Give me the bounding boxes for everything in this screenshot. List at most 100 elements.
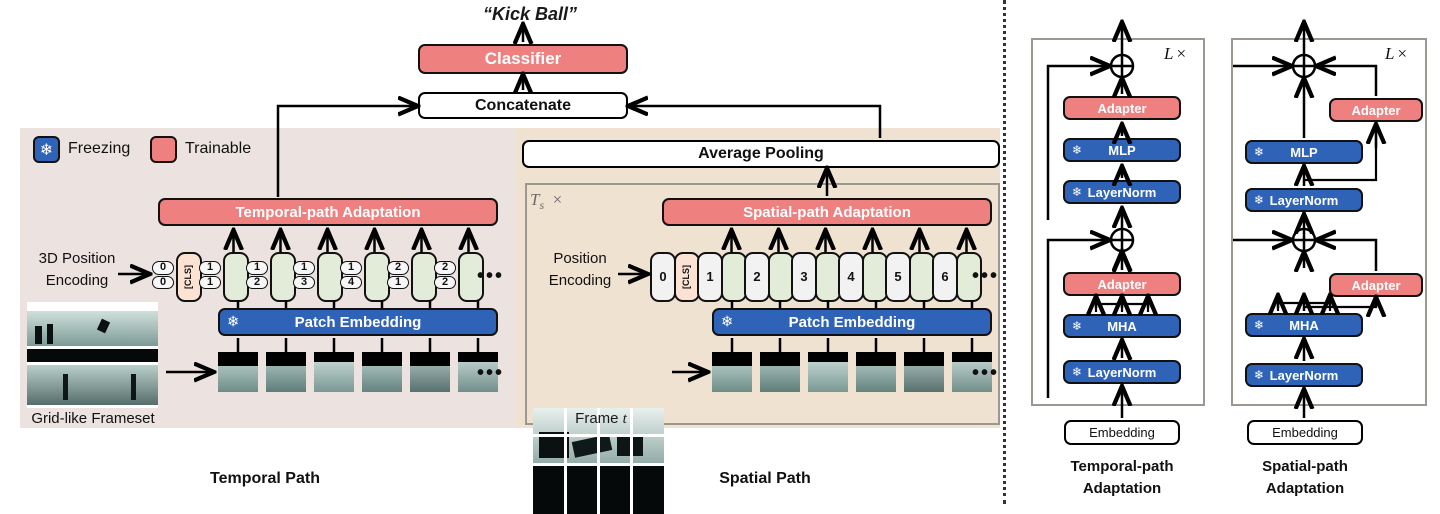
temporal-token-pos-10: 21: [387, 252, 409, 298]
temporal-patch-4: [410, 352, 450, 392]
spatial-detail-title-line1: Spatial-path: [1262, 458, 1348, 475]
snowflake-icon: ❄: [1072, 185, 1083, 199]
temporal-adaptation-detail: L × Adapter ❄ MLP ❄ LayerNorm Adapter ❄ M…: [1018, 8, 1218, 504]
temporal-detail-title-line2: Adaptation: [1082, 480, 1162, 497]
spatial-detail-mlp[interactable]: ❄ MLP: [1245, 140, 1363, 164]
temporal-token-pos-6: 13: [293, 252, 315, 298]
spatial-path-label: Spatial Path: [719, 470, 811, 487]
spatial-pos-encoding-label-line1: Position: [553, 250, 607, 267]
temporal-patch-ellipsis: •••: [477, 362, 505, 384]
spatial-token-embed-11: [908, 252, 935, 302]
spatial-detail-layernorm-1[interactable]: ❄ LayerNorm: [1245, 363, 1363, 387]
output-label: “Kick Ball”: [482, 4, 578, 24]
temporal-patch-1: [266, 352, 306, 392]
temporal-token-pos-0: 00: [152, 252, 174, 298]
temporal-patch-row: [218, 352, 498, 394]
snowflake-icon: ❄: [1254, 193, 1265, 207]
temporal-detail-repeat-symbol: L: [1164, 44, 1174, 63]
spatial-token-embed-9: [861, 252, 888, 302]
temporal-pos-encoding-label-line1: 3D Position: [38, 250, 116, 267]
temporal-detail-embedding[interactable]: Embedding: [1064, 420, 1180, 445]
temporal-detail-layernorm-2-label: LayerNorm: [1087, 184, 1157, 200]
temporal-pos-encoding-label-line2: Encoding: [45, 272, 109, 289]
snowflake-icon: ❄: [1254, 145, 1265, 159]
cls-token-label: [CLS]: [182, 265, 193, 289]
temporal-patch-embedding-label: Patch Embedding: [294, 313, 422, 331]
temporal-detail-mlp[interactable]: ❄ MLP: [1063, 138, 1181, 162]
average-pooling-block[interactable]: Average Pooling: [522, 140, 1000, 168]
frame-t-caption-index: t: [622, 411, 627, 427]
temporal-detail-mha-label: MHA: [1107, 318, 1137, 334]
spatial-detail-layernorm-1-label: LayerNorm: [1269, 367, 1339, 383]
spatial-repeat-subscript: s: [539, 198, 545, 213]
spatial-detail-mha[interactable]: ❄ MHA: [1245, 313, 1363, 337]
spatial-token-pos-12: 6: [932, 252, 958, 302]
spatial-detail-embedding[interactable]: Embedding: [1247, 420, 1363, 445]
spatial-patch-embedding-block[interactable]: ❄ Patch Embedding: [712, 308, 992, 336]
temporal-detail-adapter-mlp[interactable]: Adapter: [1063, 96, 1181, 120]
spatial-detail-adapter-mlp[interactable]: Adapter: [1329, 98, 1423, 122]
temporal-token-pos-12: 22: [434, 252, 456, 298]
temporal-detail-layernorm-2[interactable]: ❄ LayerNorm: [1063, 180, 1181, 204]
frame-t-caption-prefix: Frame: [575, 410, 619, 427]
spatial-adaptation-detail: L × Adapter ❄ MLP ❄ LayerNorm Adapter ❄ M…: [1231, 8, 1438, 504]
spatial-detail-repeat-times: ×: [1397, 44, 1408, 63]
snowflake-icon: ❄: [1072, 365, 1083, 379]
spatial-detail-adapter-mha[interactable]: Adapter: [1329, 273, 1423, 297]
spatial-patch-4: [904, 352, 944, 392]
temporal-detail-layernorm-1-label: LayerNorm: [1087, 364, 1157, 380]
snowflake-icon: ❄: [1254, 318, 1265, 332]
classifier-block[interactable]: Classifier: [418, 44, 628, 74]
snowflake-icon: ❄: [227, 313, 240, 331]
temporal-token-embed-7: [316, 252, 343, 302]
spatial-token-pos-6: 3: [791, 252, 817, 302]
legend-trainable-swatch: [150, 136, 177, 163]
temporal-path-label: Temporal Path: [210, 470, 320, 487]
spatial-patch-row: [712, 352, 992, 394]
spatial-repeat-times: ×: [552, 190, 563, 209]
snowflake-icon: ❄: [1072, 319, 1083, 333]
temporal-detail-repeat-label: L ×: [1164, 44, 1186, 64]
patch-dark-band: [458, 352, 498, 362]
temporal-token-cls: [CLS]: [175, 252, 202, 302]
spatial-token-pos-8: 4: [838, 252, 864, 302]
temporal-path-adaptation-block[interactable]: Temporal-path Adaptation: [158, 198, 498, 226]
temporal-token-embed-5: [269, 252, 296, 302]
spatial-patch-embedding-label: Patch Embedding: [788, 313, 916, 331]
patch-dark-band: [856, 352, 896, 366]
patch-dark-band: [266, 352, 306, 366]
frame-t-caption: Frame t: [528, 410, 674, 428]
spatial-detail-mha-label: MHA: [1289, 317, 1319, 333]
spatial-patch-0: [712, 352, 752, 392]
patch-dark-band: [410, 352, 450, 366]
temporal-token-pos-2: 11: [199, 252, 221, 298]
temporal-token-row: 0 0 [CLS] 1 1 1 2 1 3 1 4 2 1 2 2: [152, 252, 484, 302]
temporal-token-embed-3: [222, 252, 249, 302]
snowflake-icon: ❄: [1254, 368, 1265, 382]
legend-freezing-swatch: ❄: [33, 136, 60, 163]
spatial-path-adaptation-block[interactable]: Spatial-path Adaptation: [662, 198, 992, 226]
spatial-token-embed-5: [767, 252, 794, 302]
patch-dark-band: [904, 352, 944, 366]
temporal-token-ellipsis: •••: [477, 265, 505, 287]
spatial-token-embed-7: [814, 252, 841, 302]
temporal-token-embed-9: [363, 252, 390, 302]
temporal-patch-0: [218, 352, 258, 392]
temporal-detail-layernorm-1[interactable]: ❄ LayerNorm: [1063, 360, 1181, 384]
temporal-detail-adapter-mha[interactable]: Adapter: [1063, 272, 1181, 296]
spatial-token-row: 0 [CLS] 1 2 3 4 5 6: [650, 252, 982, 302]
temporal-patch-embedding-block[interactable]: ❄ Patch Embedding: [218, 308, 498, 336]
snowflake-icon: ❄: [39, 141, 54, 159]
patch-dark-band: [362, 352, 402, 366]
concatenate-block[interactable]: Concatenate: [418, 92, 628, 119]
spatial-patch-3: [856, 352, 896, 392]
temporal-token-embed-11: [410, 252, 437, 302]
patch-dark-band: [952, 352, 992, 362]
spatial-detail-repeat-label: L ×: [1385, 44, 1407, 64]
patch-dark-band: [760, 352, 800, 366]
spatial-patch-1: [760, 352, 800, 392]
spatial-detail-layernorm-2[interactable]: ❄ LayerNorm: [1245, 188, 1363, 212]
temporal-detail-mha[interactable]: ❄ MHA: [1063, 314, 1181, 338]
snowflake-icon: ❄: [721, 313, 734, 331]
patch-dark-band: [314, 352, 354, 362]
